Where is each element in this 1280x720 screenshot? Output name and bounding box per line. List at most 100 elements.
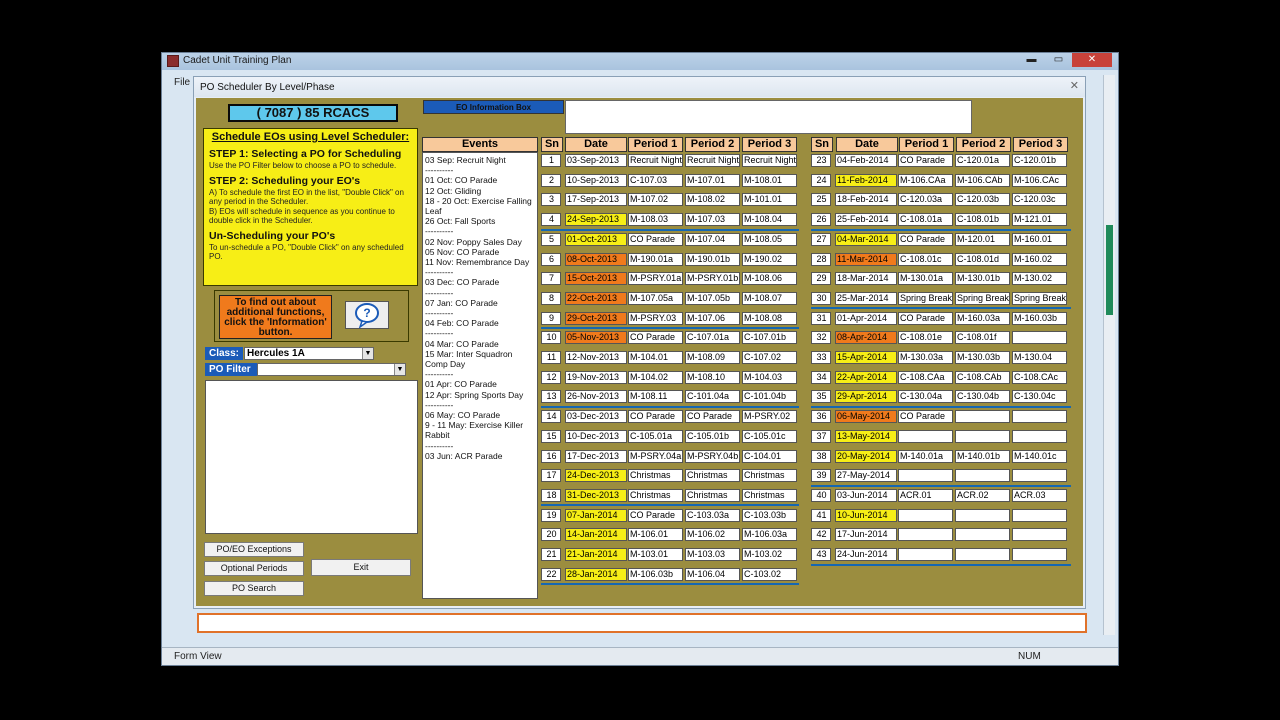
period-cell[interactable] [955, 548, 1010, 561]
date-cell[interactable]: 13-May-2014 [835, 430, 897, 443]
date-cell[interactable]: 03-Jun-2014 [835, 489, 897, 502]
period-cell[interactable]: C-108.01f [955, 331, 1010, 344]
period-cell[interactable] [1012, 548, 1067, 561]
period-cell[interactable]: C-105.01a [628, 430, 683, 443]
period-cell[interactable]: C-130.04b [955, 390, 1010, 403]
period-cell[interactable]: M-130.01a [898, 272, 953, 285]
date-cell[interactable]: 03-Sep-2013 [565, 154, 627, 167]
period-cell[interactable]: C-130.04c [1012, 390, 1067, 403]
date-cell[interactable]: 07-Jan-2014 [565, 509, 627, 522]
date-cell[interactable]: 01-Oct-2013 [565, 233, 627, 246]
period-cell[interactable]: M-190.01b [685, 253, 740, 266]
period-cell[interactable]: Spring Break [1012, 292, 1067, 305]
period-cell[interactable]: Recruit Night [685, 154, 740, 167]
date-cell[interactable]: 10-Jun-2014 [835, 509, 897, 522]
po-search-button[interactable]: PO Search [204, 581, 304, 596]
period-cell[interactable]: M-103.02 [742, 548, 797, 561]
po-list[interactable] [205, 380, 418, 534]
period-cell[interactable]: C-120.03a [898, 193, 953, 206]
period-cell[interactable] [1012, 430, 1067, 443]
date-cell[interactable]: 24-Sep-2013 [565, 213, 627, 226]
date-cell[interactable]: 27-May-2014 [835, 469, 897, 482]
minimize-icon[interactable]: ▬ [1018, 53, 1045, 67]
optional-periods-button[interactable]: Optional Periods [204, 561, 304, 576]
date-cell[interactable]: 18-Feb-2014 [835, 193, 897, 206]
period-cell[interactable]: M-120.01 [955, 233, 1010, 246]
period-cell[interactable]: C-120.03b [955, 193, 1010, 206]
period-cell[interactable]: M-108.07 [742, 292, 797, 305]
period-cell[interactable] [898, 509, 953, 522]
date-cell[interactable]: 06-May-2014 [835, 410, 897, 423]
date-cell[interactable]: 01-Apr-2014 [835, 312, 897, 325]
period-cell[interactable] [898, 548, 953, 561]
period-cell[interactable]: C-103.03b [742, 509, 797, 522]
close-icon[interactable]: ✕ [1072, 53, 1112, 67]
period-cell[interactable]: M-PSRY.04b [685, 450, 740, 463]
date-cell[interactable]: 04-Feb-2014 [835, 154, 897, 167]
period-cell[interactable]: M-108.04 [742, 213, 797, 226]
period-cell[interactable]: M-121.01 [1012, 213, 1067, 226]
period-cell[interactable]: M-104.02 [628, 371, 683, 384]
period-cell[interactable]: M-140.01a [898, 450, 953, 463]
period-cell[interactable]: C-108.01b [955, 213, 1010, 226]
date-cell[interactable]: 05-Nov-2013 [565, 331, 627, 344]
period-cell[interactable]: C-120.01a [955, 154, 1010, 167]
date-cell[interactable]: 15-Apr-2014 [835, 351, 897, 364]
period-cell[interactable]: M-106.04 [685, 568, 740, 581]
date-cell[interactable]: 28-Jan-2014 [565, 568, 627, 581]
date-cell[interactable]: 17-Sep-2013 [565, 193, 627, 206]
period-cell[interactable]: Christmas [742, 489, 797, 502]
period-cell[interactable]: M-130.03a [898, 351, 953, 364]
period-cell[interactable]: M-108.01 [742, 174, 797, 187]
period-cell[interactable]: M-106.01 [628, 528, 683, 541]
period-cell[interactable]: M-190.02 [742, 253, 797, 266]
period-cell[interactable]: M-140.01b [955, 450, 1010, 463]
period-cell[interactable]: M-106.03b [628, 568, 683, 581]
period-cell[interactable]: M-140.01c [1012, 450, 1067, 463]
exit-button[interactable]: Exit [311, 559, 411, 576]
period-cell[interactable]: M-108.11 [628, 390, 683, 403]
period-cell[interactable]: Christmas [628, 469, 683, 482]
date-cell[interactable]: 14-Jan-2014 [565, 528, 627, 541]
period-cell[interactable]: CO Parade [898, 410, 953, 423]
period-cell[interactable]: Spring Break [898, 292, 953, 305]
form-close-icon[interactable]: ✕ [1070, 79, 1079, 92]
chevron-down-icon[interactable]: ▼ [362, 348, 373, 359]
date-cell[interactable]: 11-Feb-2014 [835, 174, 897, 187]
period-cell[interactable]: M-190.01a [628, 253, 683, 266]
period-cell[interactable]: C-107.02 [742, 351, 797, 364]
period-cell[interactable]: M-108.09 [685, 351, 740, 364]
period-cell[interactable]: C-120.01b [1012, 154, 1067, 167]
date-cell[interactable]: 17-Dec-2013 [565, 450, 627, 463]
period-cell[interactable]: CO Parade [685, 410, 740, 423]
period-cell[interactable]: M-106.CAb [955, 174, 1010, 187]
date-cell[interactable]: 18-Mar-2014 [835, 272, 897, 285]
period-cell[interactable]: C-120.03c [1012, 193, 1067, 206]
period-cell[interactable]: C-108.01e [898, 331, 953, 344]
period-cell[interactable] [955, 430, 1010, 443]
period-cell[interactable]: ACR.03 [1012, 489, 1067, 502]
date-cell[interactable]: 22-Oct-2013 [565, 292, 627, 305]
period-cell[interactable]: M-108.06 [742, 272, 797, 285]
period-cell[interactable]: C-103.03a [685, 509, 740, 522]
po-eo-exceptions-button[interactable]: PO/EO Exceptions [204, 542, 304, 557]
period-cell[interactable]: M-108.08 [742, 312, 797, 325]
chevron-down-icon[interactable]: ▼ [394, 364, 405, 375]
period-cell[interactable]: M-107.01 [685, 174, 740, 187]
period-cell[interactable]: CO Parade [628, 331, 683, 344]
date-cell[interactable]: 29-Apr-2014 [835, 390, 897, 403]
period-cell[interactable]: C-101.04a [685, 390, 740, 403]
period-cell[interactable]: M-PSRY.04a [628, 450, 683, 463]
period-cell[interactable] [1012, 509, 1067, 522]
date-cell[interactable]: 11-Mar-2014 [835, 253, 897, 266]
period-cell[interactable] [898, 469, 953, 482]
period-cell[interactable] [955, 509, 1010, 522]
date-cell[interactable]: 24-Dec-2013 [565, 469, 627, 482]
period-cell[interactable] [955, 528, 1010, 541]
period-cell[interactable]: Recruit Night [628, 154, 683, 167]
period-cell[interactable]: M-107.04 [685, 233, 740, 246]
period-cell[interactable]: C-103.02 [742, 568, 797, 581]
date-cell[interactable]: 26-Nov-2013 [565, 390, 627, 403]
period-cell[interactable]: Christmas [742, 469, 797, 482]
period-cell[interactable]: ACR.01 [898, 489, 953, 502]
